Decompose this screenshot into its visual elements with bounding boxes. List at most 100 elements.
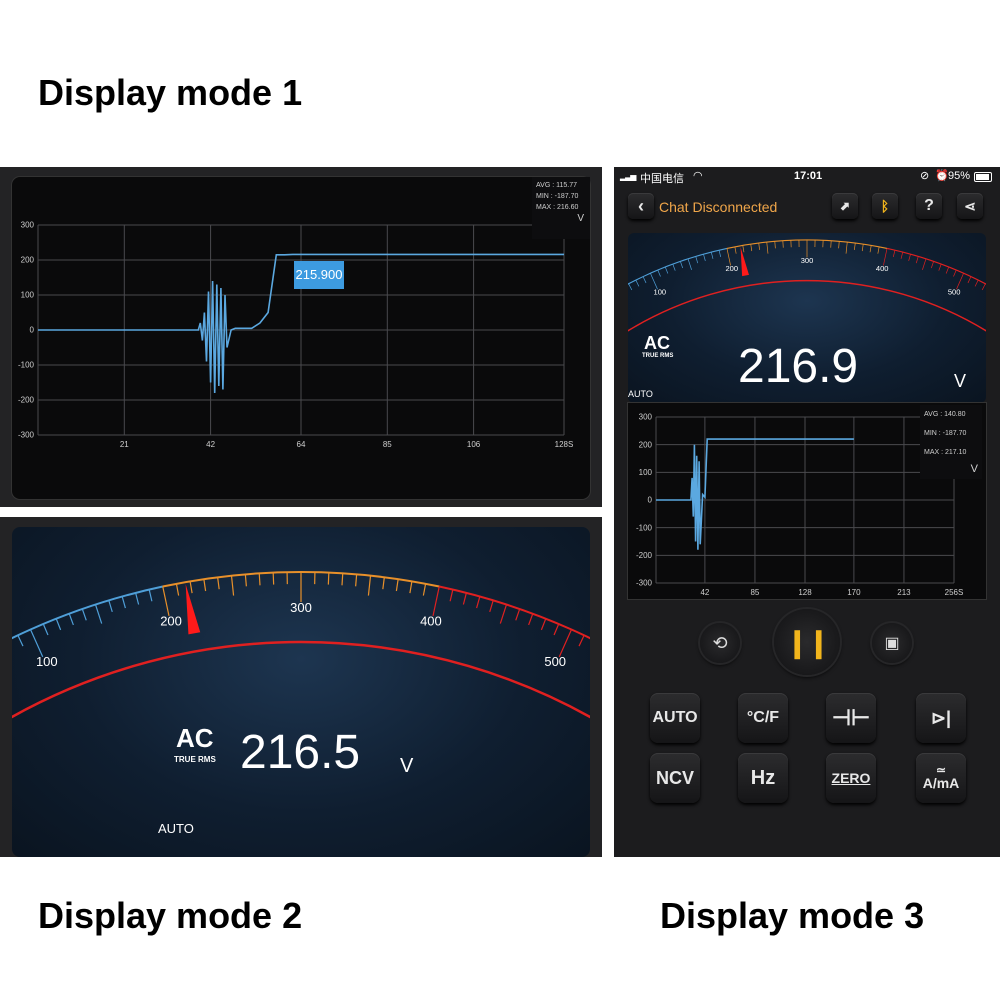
y-tick-label: -100	[636, 523, 653, 532]
scale-tick	[718, 250, 722, 258]
temperature-unit-button[interactable]: °C/F	[738, 693, 788, 743]
reset-button[interactable]: ⟲	[700, 623, 740, 663]
battery-icon	[974, 172, 992, 182]
scale-tick	[766, 242, 769, 254]
scale-tick	[838, 241, 840, 249]
gauge-screen: 0100200300400500600 AC TRUE RMS 216.5 V …	[12, 527, 590, 857]
scale-tick	[953, 269, 957, 277]
back-button[interactable]: ‹	[628, 193, 654, 219]
y-tick-label: 300	[21, 221, 35, 230]
share-icon: ⋖	[964, 197, 976, 214]
scale-label: 100	[36, 654, 58, 669]
scale-tick	[657, 269, 661, 277]
scale-tick	[395, 579, 399, 592]
ncv-button[interactable]: NCV	[650, 753, 700, 803]
x-tick-label: 42	[700, 588, 709, 597]
scale-tick	[861, 244, 864, 252]
scale-tick	[476, 596, 481, 609]
alarm-icon: ⏰	[935, 170, 949, 182]
reset-icon: ⟲	[712, 632, 728, 653]
needle	[740, 246, 749, 277]
scale-label: 300	[290, 600, 312, 615]
scale-label: 400	[420, 614, 442, 629]
scale-tick	[664, 266, 669, 274]
scale-label: 500	[948, 287, 961, 296]
true-rms-label: TRUE RMS	[642, 353, 674, 359]
export-icon: ⬈	[839, 199, 851, 213]
scale-tick	[422, 583, 427, 596]
y-tick-label: 200	[21, 256, 35, 265]
waveform-chart-area: 300 200 100 0 -100 -200 -300 42 85 128 170 213 256S …	[628, 403, 986, 599]
carrier-label: 中国电信	[640, 173, 684, 185]
battery-percent-label: 95%	[948, 170, 971, 182]
x-tick-label: 128S	[555, 440, 574, 449]
zero-label: ZERO	[831, 770, 871, 786]
current-ac-button[interactable]: ≃ A/mA	[916, 753, 966, 803]
capacitor-icon: ⊣⊢	[831, 705, 871, 730]
scale-tick	[382, 577, 385, 590]
scale-arc	[628, 247, 728, 285]
scale-label: 200	[160, 614, 182, 629]
x-tick-label: 256S	[945, 588, 964, 597]
auto-range-label: AUTO	[628, 389, 653, 399]
y-tick-label: -100	[18, 361, 35, 370]
unit-label: V	[954, 371, 967, 391]
reading-value: 216.5	[240, 726, 361, 779]
display-mode-1-panel: 300 200 100 0 -100 -200 -300 21 42 64 85 106 128S AV…	[0, 167, 602, 507]
scale-tick	[908, 254, 911, 261]
scale-tick	[94, 604, 103, 624]
scale-tick	[355, 574, 358, 587]
scale-tick	[854, 242, 856, 250]
stat-min: MIN : -187.70	[924, 430, 967, 437]
scale-tick	[974, 279, 979, 287]
scale-tick	[162, 586, 170, 617]
cursor-value-label: 215.900	[294, 261, 344, 289]
scale-tick	[710, 252, 714, 259]
true-rms-label: TRUE RMS	[174, 755, 216, 764]
app-header: ‹ Chat Disconnected ⬈ ᛒ ? ⋖	[614, 189, 1000, 227]
bluetooth-button[interactable]: ᛒ	[872, 193, 898, 219]
export-button[interactable]: ⬈	[832, 193, 858, 219]
zero-button[interactable]: ZERO	[826, 753, 876, 803]
scale-tick	[121, 596, 126, 609]
scale-tick	[922, 258, 927, 270]
x-tick-label: 64	[297, 440, 306, 449]
pause-button[interactable]: ❙❙	[774, 609, 840, 675]
ncv-label: NCV	[655, 767, 694, 788]
help-button[interactable]: ?	[916, 193, 942, 219]
save-button[interactable]: ▣	[872, 623, 912, 663]
scale-tick	[635, 279, 640, 287]
needle	[185, 584, 201, 635]
scale-tick	[135, 592, 140, 605]
status-bar: ▂▃▅ 中国电信 ◠ 17:01 ⊘ ⏰ 95%	[614, 167, 1000, 187]
amp-label: A/mA	[922, 775, 960, 791]
x-tick-label: 128	[798, 588, 812, 597]
scale-tick	[148, 589, 153, 602]
scale-tick	[758, 242, 760, 250]
scale-tick	[462, 592, 467, 605]
scale-tick	[42, 623, 49, 636]
gauge-screen: 0100200300400500600 AC TRUE RMS 216.9 V	[628, 233, 986, 403]
scale-tick	[938, 264, 942, 271]
diode-continuity-button[interactable]: ⊳|	[916, 693, 966, 743]
signal-icon: ▂▃▅	[620, 172, 637, 181]
auto-range-button[interactable]: AUTO	[650, 693, 700, 743]
scale-tick	[175, 583, 180, 596]
y-tick-label: 100	[639, 468, 653, 477]
scale-label: 100	[654, 287, 667, 296]
scale-label: 500	[544, 654, 566, 669]
scale-tick	[449, 589, 454, 602]
stat-max: MAX : 217.10	[924, 449, 967, 456]
display-mode-2-panel: 0100200300400500600 AC TRUE RMS 216.5 V …	[0, 517, 602, 857]
scale-tick	[680, 261, 684, 269]
frequency-button[interactable]: Hz	[738, 753, 788, 803]
share-button[interactable]: ⋖	[957, 193, 983, 219]
capacitance-button[interactable]: ⊣⊢	[826, 693, 876, 743]
caption-display-mode-3: Display mode 3	[660, 895, 925, 936]
scale-tick	[703, 254, 706, 261]
y-tick-label: 0	[30, 326, 35, 335]
y-tick-label: 0	[648, 496, 653, 505]
y-tick-label: -300	[18, 431, 35, 440]
scale-tick	[327, 572, 330, 585]
caption-display-mode-1: Display mode 1	[38, 72, 303, 113]
